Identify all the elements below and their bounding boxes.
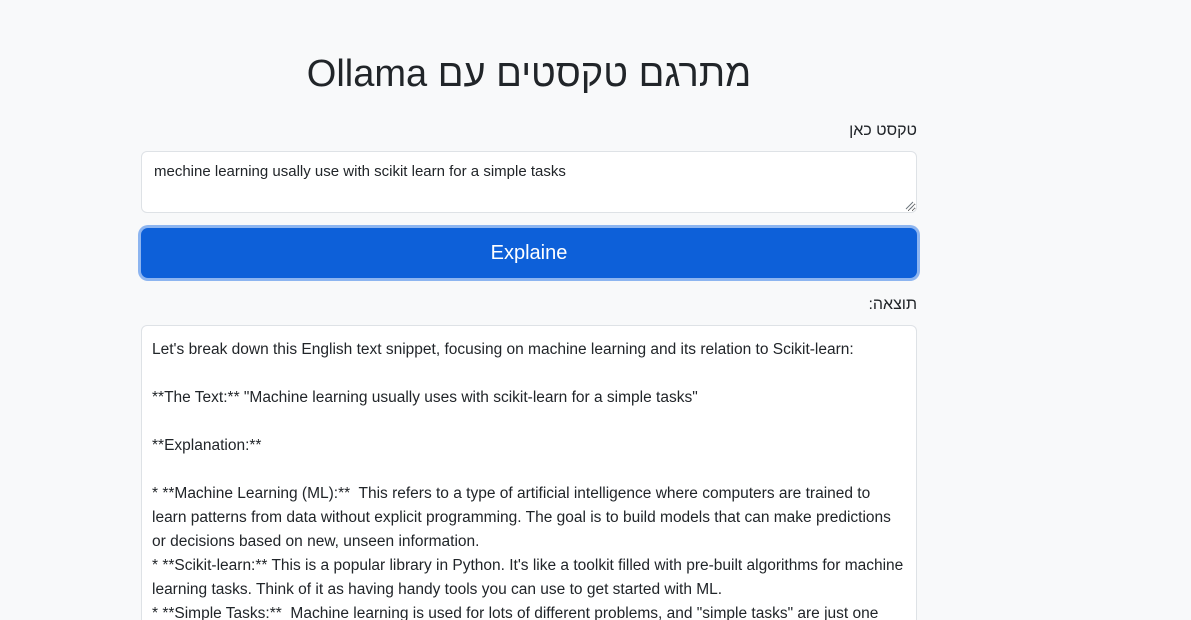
output-label: תוצאה: xyxy=(868,296,917,313)
explain-button[interactable]: Explaine xyxy=(141,228,917,278)
text-input[interactable]: mechine learning usally use with scikit … xyxy=(141,151,917,213)
page-title: מתרגם טקסטים עם Ollama xyxy=(306,53,752,95)
output-textarea[interactable]: Let's break down this English text snipp… xyxy=(141,325,917,620)
input-label: טקסט כאן xyxy=(849,122,917,139)
translator-page: מתרגם טקסטים עם Ollama טקסט כאן mechine … xyxy=(0,0,1191,620)
resize-handle-icon[interactable] xyxy=(904,200,914,210)
